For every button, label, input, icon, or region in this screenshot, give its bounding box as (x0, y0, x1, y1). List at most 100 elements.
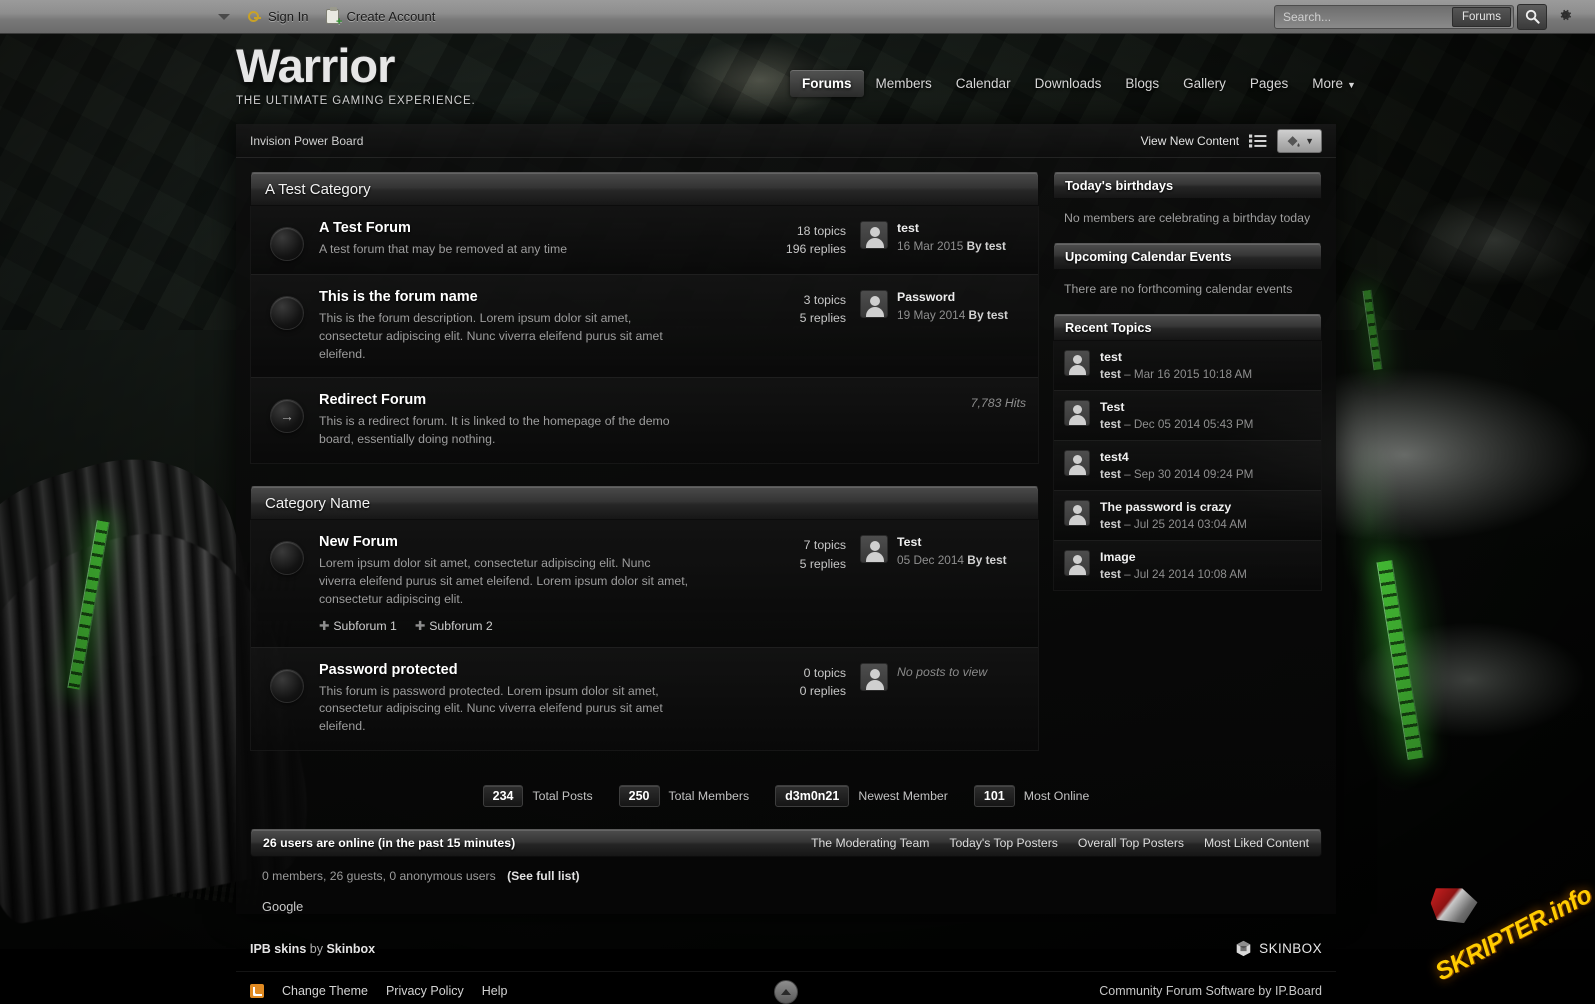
recent-topic-item[interactable]: Testtest – Dec 05 2014 05:43 PM (1054, 391, 1321, 441)
back-to-top-button[interactable] (774, 980, 798, 1004)
last-post-author-link[interactable]: test (982, 239, 1006, 253)
avatar[interactable] (1064, 450, 1090, 476)
nav-item-blogs[interactable]: Blogs (1113, 70, 1171, 97)
sidebar-calendar-header: Upcoming Calendar Events (1053, 243, 1322, 270)
recent-topic-title[interactable]: The password is crazy (1100, 500, 1247, 514)
search-input[interactable] (1283, 10, 1452, 24)
last-post-author-link[interactable]: test (982, 553, 1006, 567)
forum-stats: 7,783 Hits (776, 392, 1026, 412)
nav-item-label: Calendar (956, 76, 1011, 91)
forum-title-link[interactable]: A Test Forum (319, 220, 744, 236)
online-bar-link[interactable]: Overall Top Posters (1078, 836, 1184, 850)
avatar[interactable] (1064, 350, 1090, 376)
theme-chooser-button[interactable]: ▼ (1277, 129, 1322, 153)
forum-description: A test forum that may be removed at any … (319, 241, 689, 259)
copyright-text: Community Forum Software by IP.Board (1099, 984, 1322, 998)
recent-topic-item[interactable]: test4 test – Sep 30 2014 09:24 PM (1054, 441, 1321, 491)
nav-item-pages[interactable]: Pages (1238, 70, 1300, 97)
recent-topic-author[interactable]: test (1100, 468, 1121, 481)
avatar[interactable] (1064, 400, 1090, 426)
nav-item-calendar[interactable]: Calendar (944, 70, 1023, 97)
forum-hits: 7,783 Hits (776, 394, 1026, 412)
nav-item-more[interactable]: More▼ (1300, 70, 1368, 97)
online-bar-link[interactable]: Most Liked Content (1204, 836, 1309, 850)
footer-link[interactable]: Help (482, 984, 508, 998)
last-post-author-link[interactable]: test (984, 308, 1008, 322)
last-post-text: No posts to view (897, 663, 987, 691)
sidebar-column: Today's birthdays No members are celebra… (1053, 172, 1322, 751)
last-post-title-link[interactable]: Test (897, 535, 1007, 549)
footer-link[interactable]: Change Theme (282, 984, 368, 998)
sign-in-button[interactable]: Sign In (248, 9, 308, 24)
search-box[interactable]: Forums (1274, 5, 1514, 29)
subforum-link[interactable]: ✚Subforum 2 (415, 619, 493, 633)
recent-topic-author[interactable]: test (1100, 518, 1121, 531)
recent-topic-title[interactable]: Test (1100, 400, 1253, 414)
forum-row[interactable]: This is the forum nameThis is the forum … (251, 275, 1038, 378)
recent-topic-title[interactable]: test4 (1100, 450, 1253, 464)
recent-topic-meta: test – Sep 30 2014 09:24 PM (1100, 468, 1253, 481)
forum-title-link[interactable]: This is the forum name (319, 289, 744, 305)
nav-item-members[interactable]: Members (864, 70, 944, 97)
see-full-list-link[interactable]: (See full list) (507, 869, 579, 883)
last-post-title-link[interactable]: test (897, 221, 1006, 235)
category-header[interactable]: Category Name (250, 486, 1039, 520)
avatar[interactable] (1064, 550, 1090, 576)
nav-item-gallery[interactable]: Gallery (1171, 70, 1238, 97)
forum-title-link[interactable]: New Forum (319, 534, 744, 550)
online-bar-link[interactable]: Today's Top Posters (949, 836, 1057, 850)
sidebar-recent-topics-header: Recent Topics (1053, 314, 1322, 341)
forum-row[interactable]: Password protectedThis forum is password… (251, 648, 1038, 750)
list-view-toggle-button[interactable] (1249, 134, 1267, 148)
avatar[interactable] (860, 290, 888, 318)
settings-button[interactable] (1557, 7, 1573, 26)
avatar[interactable] (1064, 500, 1090, 526)
avatar[interactable] (860, 221, 888, 249)
avatar[interactable] (860, 663, 888, 691)
last-post-by-label: By (965, 308, 983, 322)
footer-link[interactable]: Privacy Policy (386, 984, 464, 998)
recent-topic-item[interactable]: The password is crazytest – Jul 25 2014 … (1054, 491, 1321, 541)
recent-topic-title[interactable]: test (1100, 350, 1252, 364)
last-post-date: 16 Mar 2015 By test (897, 239, 1006, 253)
breadcrumb[interactable]: Invision Power Board (250, 134, 363, 148)
recent-topic-author[interactable]: test (1100, 418, 1121, 431)
nav-item-label: Gallery (1183, 76, 1226, 91)
user-menu-caret-icon[interactable] (218, 14, 230, 20)
site-logo[interactable]: Warrior THE ULTIMATE GAMING EXPERIENCE. (236, 42, 476, 107)
category-header[interactable]: A Test Category (250, 172, 1039, 206)
avatar[interactable] (860, 535, 888, 563)
forum-status-icon (271, 297, 303, 329)
view-new-content-link[interactable]: View New Content (1141, 134, 1240, 148)
footer-links: Change Theme Privacy Policy Help (250, 984, 507, 998)
rss-icon[interactable] (250, 984, 264, 998)
breadcrumb-actions: View New Content ▼ (1141, 129, 1322, 153)
last-post-title-link[interactable]: Password (897, 290, 1008, 304)
sidebar-calendar-body: There are no forthcoming calendar events (1053, 270, 1322, 314)
last-post-date-value: 05 Dec 2014 (897, 553, 964, 567)
recent-topic-author[interactable]: test (1100, 568, 1121, 581)
forum-title-link[interactable]: Password protected (319, 662, 744, 678)
forum-title-link[interactable]: Redirect Forum (319, 392, 766, 408)
nav-item-forums[interactable]: Forums (790, 70, 864, 97)
create-account-button[interactable]: Create Account (326, 9, 435, 24)
recent-topic-author[interactable]: test (1100, 368, 1121, 381)
last-post-text: test16 Mar 2015 By test (897, 221, 1006, 253)
last-post-date-value: 16 Mar 2015 (897, 239, 963, 253)
online-bar-links: The Moderating Team Today's Top Posters Ov… (811, 836, 1309, 850)
forum-info: New ForumLorem ipsum dolor sit amet, con… (319, 534, 754, 632)
forum-row[interactable]: Redirect ForumThis is a redirect forum. … (251, 378, 1038, 463)
recent-topic-meta: test – Jul 24 2014 10:08 AM (1100, 568, 1247, 581)
recent-topic-item[interactable]: Image test – Jul 24 2014 10:08 AM (1054, 541, 1321, 590)
forum-row[interactable]: A Test Forum A test forum that may be rem… (251, 206, 1038, 275)
nav-item-downloads[interactable]: Downloads (1023, 70, 1114, 97)
board-stat-label: Total Posts (532, 789, 592, 803)
recent-topic-title[interactable]: Image (1100, 550, 1247, 564)
forum-row[interactable]: New ForumLorem ipsum dolor sit amet, con… (251, 520, 1038, 647)
subforum-link[interactable]: ✚Subforum 1 (319, 619, 397, 633)
search-scope-selector[interactable]: Forums (1452, 7, 1511, 27)
forum-info: A Test Forum A test forum that may be rem… (319, 220, 754, 259)
online-bar-link[interactable]: The Moderating Team (811, 836, 929, 850)
search-submit-button[interactable] (1517, 4, 1547, 30)
recent-topic-item[interactable]: testtest – Mar 16 2015 10:18 AM (1054, 341, 1321, 391)
